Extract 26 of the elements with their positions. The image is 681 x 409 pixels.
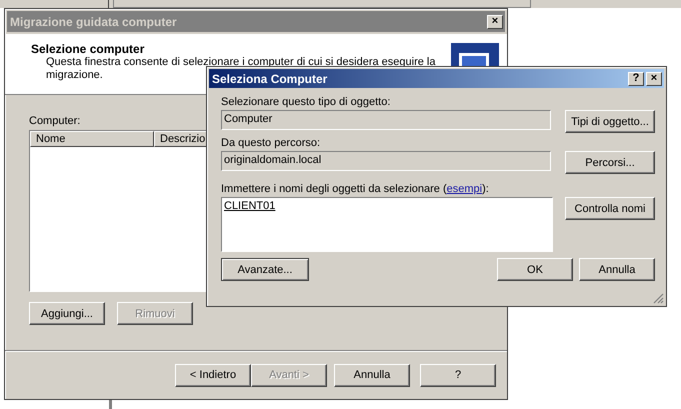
object-names-field[interactable]: CLIENT01 [221,197,553,252]
close-button[interactable]: × [646,72,662,86]
help-button[interactable]: ? [628,72,644,86]
advanced-button[interactable]: Avanzate... [221,258,309,281]
field-label: Selezionare questo tipo di oggetto: [221,96,390,108]
close-button[interactable]: × [487,14,503,28]
back-button[interactable]: < Indietro [175,364,251,386]
cancel-button[interactable]: Annulla [334,364,410,386]
add-button[interactable]: Aggiungi... [29,302,105,325]
examples-link[interactable]: esempi [446,183,482,195]
page-heading: Selezione computer [31,42,146,56]
resize-grip-icon[interactable] [653,293,664,304]
help-button[interactable]: ? [420,364,496,386]
object-type-field[interactable]: Computer [221,110,551,130]
check-names-button[interactable]: Controlla nomi [565,197,655,220]
location-field[interactable]: originaldomain.local [221,151,551,171]
page-description: migrazione. [46,69,103,82]
window-title: Migrazione guidata computer [10,14,177,28]
object-types-button[interactable]: Tipi di oggetto... [565,110,655,133]
page-description: Questa finestra consente di selezionare i computer di cui si desidera eseguire la [46,56,436,69]
locations-button[interactable]: Percorsi... [565,151,655,174]
column-header[interactable]: Nome [30,131,154,147]
dialog-title: Seleziona Computer [212,72,328,86]
list-label: Computer: [29,115,80,127]
cancel-button[interactable]: Annulla [579,258,655,281]
ok-button[interactable]: OK [497,258,573,281]
